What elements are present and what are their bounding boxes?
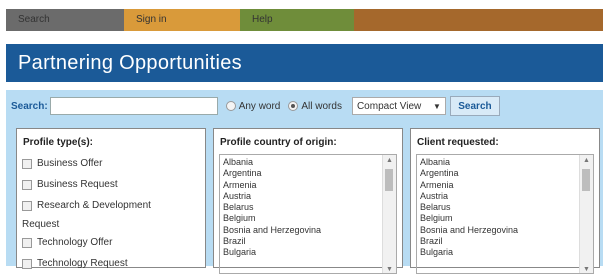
checkbox-label: Business Offer <box>37 158 103 169</box>
profile-type-checkboxes: Business Offer Business Request Research… <box>22 153 151 274</box>
nav-tab-sign-in[interactable]: Sign in <box>124 9 240 31</box>
list-item[interactable]: Bulgaria <box>420 247 518 258</box>
radio-all-words[interactable]: All words <box>288 101 342 112</box>
search-input[interactable] <box>49 97 218 115</box>
checkbox[interactable] <box>22 179 32 190</box>
list-item[interactable]: Belgium <box>420 213 518 224</box>
checkbox[interactable] <box>22 200 32 211</box>
page-title: Partnering Opportunities <box>18 52 242 74</box>
client-requested-listbox[interactable]: Albania Argentina Armenia Austria Belaru… <box>416 154 594 274</box>
checkbox-label: Business Request <box>37 179 118 190</box>
list-item[interactable]: Belarus <box>223 202 321 213</box>
list-item[interactable]: Bosnia and Herzegovina <box>223 225 321 236</box>
profile-type-title: Profile type(s): <box>23 137 94 148</box>
checkbox-label-continuation: Request <box>22 218 60 230</box>
list-item[interactable]: Armenia <box>420 180 518 191</box>
list-item[interactable]: Austria <box>420 191 518 202</box>
chevron-down-icon: ▼ <box>433 101 441 111</box>
scrollbar[interactable]: ▲ ▼ <box>382 155 396 273</box>
checkbox-row[interactable]: Technology Offer <box>22 232 151 253</box>
country-origin-title: Profile country of origin: <box>220 137 337 148</box>
top-navigation: Search Sign in Help <box>6 9 603 31</box>
list-item[interactable]: Argentina <box>420 168 518 179</box>
view-select[interactable]: Compact View ▼ <box>351 97 446 115</box>
view-select-value: Compact View <box>356 100 422 112</box>
country-origin-listbox[interactable]: Albania Argentina Armenia Austria Belaru… <box>219 154 397 274</box>
list-item[interactable]: Brazil <box>223 236 321 247</box>
radio-dot-any[interactable] <box>225 101 236 111</box>
checkbox-label: Technology Offer <box>37 237 113 248</box>
checkbox-label: Research & Development <box>37 200 151 211</box>
list-item[interactable]: Albania <box>223 157 321 168</box>
list-item[interactable]: Belgium <box>223 213 321 224</box>
profile-type-box: Profile type(s): Business Offer Business… <box>16 128 206 269</box>
scrollbar-thumb[interactable] <box>385 169 393 191</box>
nav-tab-help[interactable]: Help <box>240 9 354 31</box>
radio-any-label: Any word <box>238 100 281 112</box>
list-item[interactable]: Brazil <box>420 236 518 247</box>
checkbox[interactable] <box>22 258 32 269</box>
country-origin-box: Profile country of origin: Albania Argen… <box>213 128 403 274</box>
checkbox-row[interactable]: Business Request <box>22 174 151 195</box>
search-button[interactable]: Search <box>449 96 500 116</box>
search-row: Search: Any word All words Compact View … <box>11 96 500 116</box>
scroll-down-icon[interactable]: ▼ <box>583 266 590 273</box>
radio-dot-all[interactable] <box>288 101 299 111</box>
radio-any-word[interactable]: Any word <box>225 100 281 112</box>
page-banner: Partnering Opportunities <box>6 44 603 82</box>
client-list: Albania Argentina Armenia Austria Belaru… <box>420 157 518 259</box>
scrollbar[interactable]: ▲ ▼ <box>579 155 593 273</box>
list-item[interactable]: Austria <box>223 191 321 202</box>
nav-tab-search[interactable]: Search <box>6 9 124 31</box>
list-item[interactable]: Bosnia and Herzegovina <box>420 225 518 236</box>
list-item[interactable]: Argentina <box>223 168 321 179</box>
checkbox-row[interactable]: Technology Request <box>22 253 151 274</box>
checkbox-label: Technology Request <box>37 258 128 269</box>
list-item[interactable]: Armenia <box>223 180 321 191</box>
country-list: Albania Argentina Armenia Austria Belaru… <box>223 157 321 259</box>
checkbox[interactable] <box>22 237 32 248</box>
radio-all-label: All words <box>301 100 342 112</box>
scroll-up-icon[interactable]: ▲ <box>583 157 590 164</box>
search-panel: Search: Any word All words Compact View … <box>6 90 603 274</box>
client-requested-title: Client requested: <box>417 137 499 148</box>
list-item[interactable]: Belarus <box>420 202 518 213</box>
client-requested-box: Client requested: Albania Argentina Arme… <box>410 128 600 274</box>
scroll-down-icon[interactable]: ▼ <box>386 266 393 273</box>
search-label: Search: <box>11 100 48 112</box>
list-item[interactable]: Albania <box>420 157 518 168</box>
checkbox[interactable] <box>22 158 32 169</box>
scroll-up-icon[interactable]: ▲ <box>386 157 393 164</box>
checkbox-row[interactable]: Research & Development <box>22 195 151 216</box>
scrollbar-thumb[interactable] <box>582 169 590 191</box>
nav-filler <box>354 9 603 31</box>
list-item[interactable]: Bulgaria <box>223 247 321 258</box>
checkbox-row[interactable]: Business Offer <box>22 153 151 174</box>
